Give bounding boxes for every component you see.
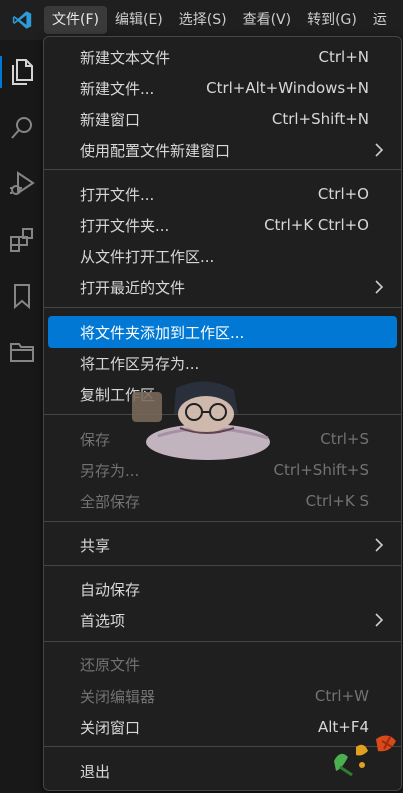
decorative-stamp-image [334,735,396,777]
menu-item-open-folder[interactable]: 打开文件夹... Ctrl+K Ctrl+O [48,209,397,241]
menu-item-label: 关闭窗口 [80,718,141,737]
shortcut-label: Ctrl+K Ctrl+O [264,216,369,234]
menu-item-label: 打开文件夹... [80,216,170,235]
activity-bar [0,40,44,793]
menu-item-label: 自动保存 [80,580,141,599]
active-indicator [0,56,2,88]
bookmark-icon[interactable] [0,272,44,320]
menu-item-open-recent[interactable]: 打开最近的文件 [48,271,397,303]
menu-item-label: 从文件打开工作区... [80,247,215,266]
menu-item-label: 新建文本文件 [80,48,171,67]
menu-item-label: 保存 [80,430,111,449]
shortcut-label: Ctrl+Alt+Windows+N [206,79,369,97]
menu-item-close-editor[interactable]: 关闭编辑器 Ctrl+W [48,680,397,712]
chevron-right-icon [375,613,384,627]
title-bar: 文件(F) 编辑(E) 选择(S) 查看(V) 转到(G) 运 [0,0,403,40]
menu-view[interactable]: 查看(V) [235,6,300,34]
menu-item-label: 将工作区另存为... [80,354,200,373]
menu-item-save-all[interactable]: 全部保存 Ctrl+K S [48,485,397,517]
menu-item-label: 打开最近的文件 [80,278,186,297]
shortcut-label: Ctrl+S [320,430,369,448]
menu-separator [44,565,401,566]
menu-item-auto-save[interactable]: 自动保存 [48,573,397,605]
shortcut-label: Ctrl+K S [305,492,369,510]
menu-selection[interactable]: 选择(S) [171,6,235,34]
menu-item-new-window-with-profile[interactable]: 使用配置文件新建窗口 [48,134,397,166]
menu-item-revert-file[interactable]: 还原文件 [48,648,397,680]
menu-go[interactable]: 转到(G) [299,6,365,34]
chevron-right-icon [375,538,384,552]
chevron-right-icon [375,280,384,294]
menu-item-label: 共享 [80,536,111,555]
shortcut-label: Ctrl+N [318,48,369,66]
menu-item-label: 打开文件... [80,185,155,204]
menu-separator [44,641,401,642]
background-character-image [132,381,270,460]
shortcut-label: Ctrl+Shift+S [273,461,369,479]
menu-item-label: 首选项 [80,611,126,630]
menu-run[interactable]: 运 [365,6,395,34]
menu-item-label: 另存为... [80,461,140,480]
menu-item-new-window[interactable]: 新建窗口 Ctrl+Shift+N [48,103,397,135]
shortcut-label: Ctrl+Shift+N [271,110,369,128]
menu-item-new-text-file[interactable]: 新建文本文件 Ctrl+N [48,41,397,73]
menu-item-label: 将文件夹添加到工作区... [80,323,245,342]
menu-item-new-file[interactable]: 新建文件... Ctrl+Alt+Windows+N [48,72,397,104]
menu-edit[interactable]: 编辑(E) [107,6,171,34]
menu-file[interactable]: 文件(F) [44,6,107,34]
vscode-logo-icon [0,0,44,40]
menu-item-label: 新建窗口 [80,110,141,129]
extensions-icon[interactable] [0,216,44,264]
chevron-right-icon [375,143,384,157]
menu-separator [44,307,401,308]
menu-item-label: 退出 [80,762,111,781]
menu-item-label: 还原文件 [80,655,141,674]
menu-item-save-workspace-as[interactable]: 将工作区另存为... [48,347,397,379]
menu-item-label: 新建文件... [80,79,155,98]
menu-item-label: 使用配置文件新建窗口 [80,141,231,160]
menu-item-share[interactable]: 共享 [48,529,397,561]
run-debug-icon[interactable] [0,160,44,208]
menu-item-open-workspace-from-file[interactable]: 从文件打开工作区... [48,240,397,272]
folder-icon[interactable] [0,328,44,376]
explorer-icon[interactable] [0,48,44,96]
menu-item-label: 全部保存 [80,492,141,511]
menu-separator [44,521,401,522]
menu-item-label: 关闭编辑器 [80,687,156,706]
shortcut-label: Ctrl+O [317,185,369,203]
menu-bar: 文件(F) 编辑(E) 选择(S) 查看(V) 转到(G) 运 [44,0,395,40]
menu-separator [44,169,401,170]
menu-item-add-folder-to-workspace[interactable]: 将文件夹添加到工作区... [48,316,397,348]
menu-item-open-file[interactable]: 打开文件... Ctrl+O [48,178,397,210]
menu-item-preferences[interactable]: 首选项 [48,604,397,636]
search-icon[interactable] [0,104,44,152]
shortcut-label: Ctrl+W [314,687,369,705]
